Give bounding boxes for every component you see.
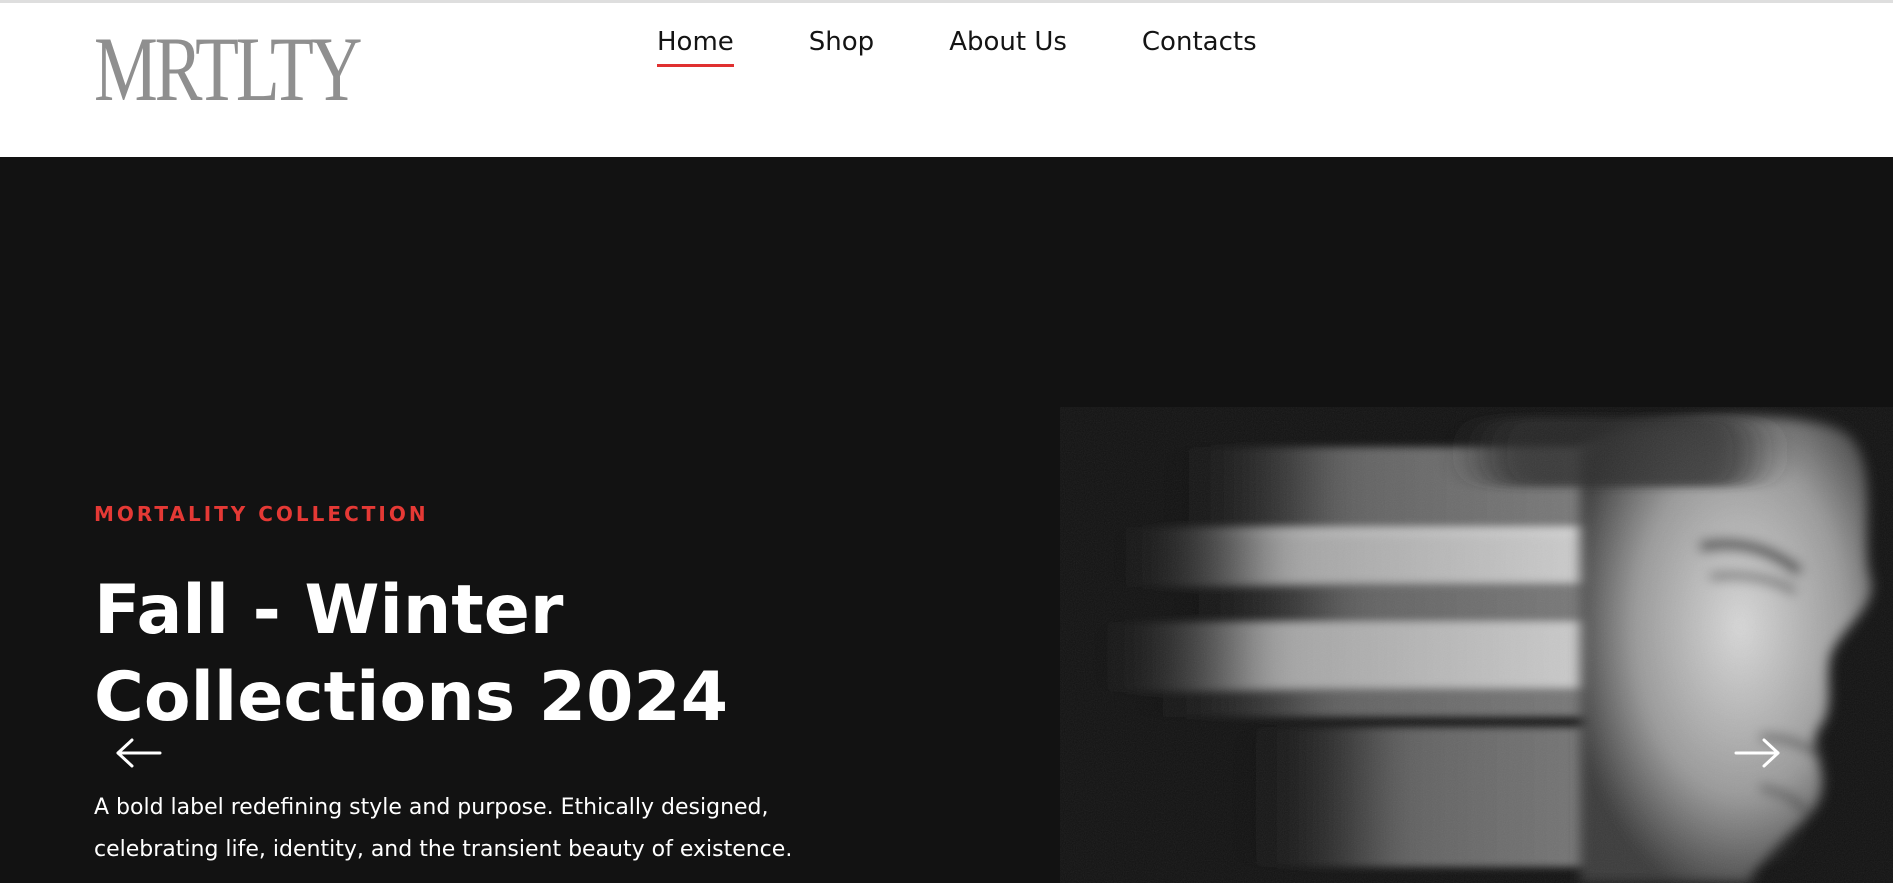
- nav-item-contacts[interactable]: Contacts: [1142, 27, 1257, 67]
- site-logo[interactable]: MRTLTY: [94, 23, 363, 115]
- hero-description: A bold label redefining style and purpos…: [94, 787, 914, 871]
- main-nav: Home Shop About Us Contacts: [657, 27, 1332, 67]
- page: MRTLTY Home Shop About Us Contacts MORTA…: [0, 0, 1893, 883]
- hero-headline: Fall - Winter Collections 2024: [94, 567, 994, 741]
- nav-item-home[interactable]: Home: [657, 27, 734, 67]
- collection-eyebrow: MORTALITY COLLECTION: [94, 502, 429, 526]
- nav-item-about-us[interactable]: About Us: [949, 27, 1067, 67]
- hero-description-line2: celebrating life, identity, and the tran…: [94, 837, 793, 862]
- hero-slider: MORTALITY COLLECTION Fall - Winter Colle…: [0, 157, 1893, 883]
- arrow-right-icon: [1734, 738, 1780, 768]
- nav-item-shop[interactable]: Shop: [809, 27, 874, 67]
- site-header: MRTLTY Home Shop About Us Contacts: [0, 3, 1893, 157]
- hero-image: [1060, 407, 1893, 883]
- hero-description-line1: A bold label redefining style and purpos…: [94, 795, 769, 820]
- arrow-left-icon: [116, 738, 162, 768]
- slider-prev-button[interactable]: [114, 735, 164, 771]
- hero-headline-line1: Fall - Winter: [94, 571, 564, 650]
- slider-next-button[interactable]: [1732, 735, 1782, 771]
- hero-headline-line2: Collections 2024: [94, 658, 729, 737]
